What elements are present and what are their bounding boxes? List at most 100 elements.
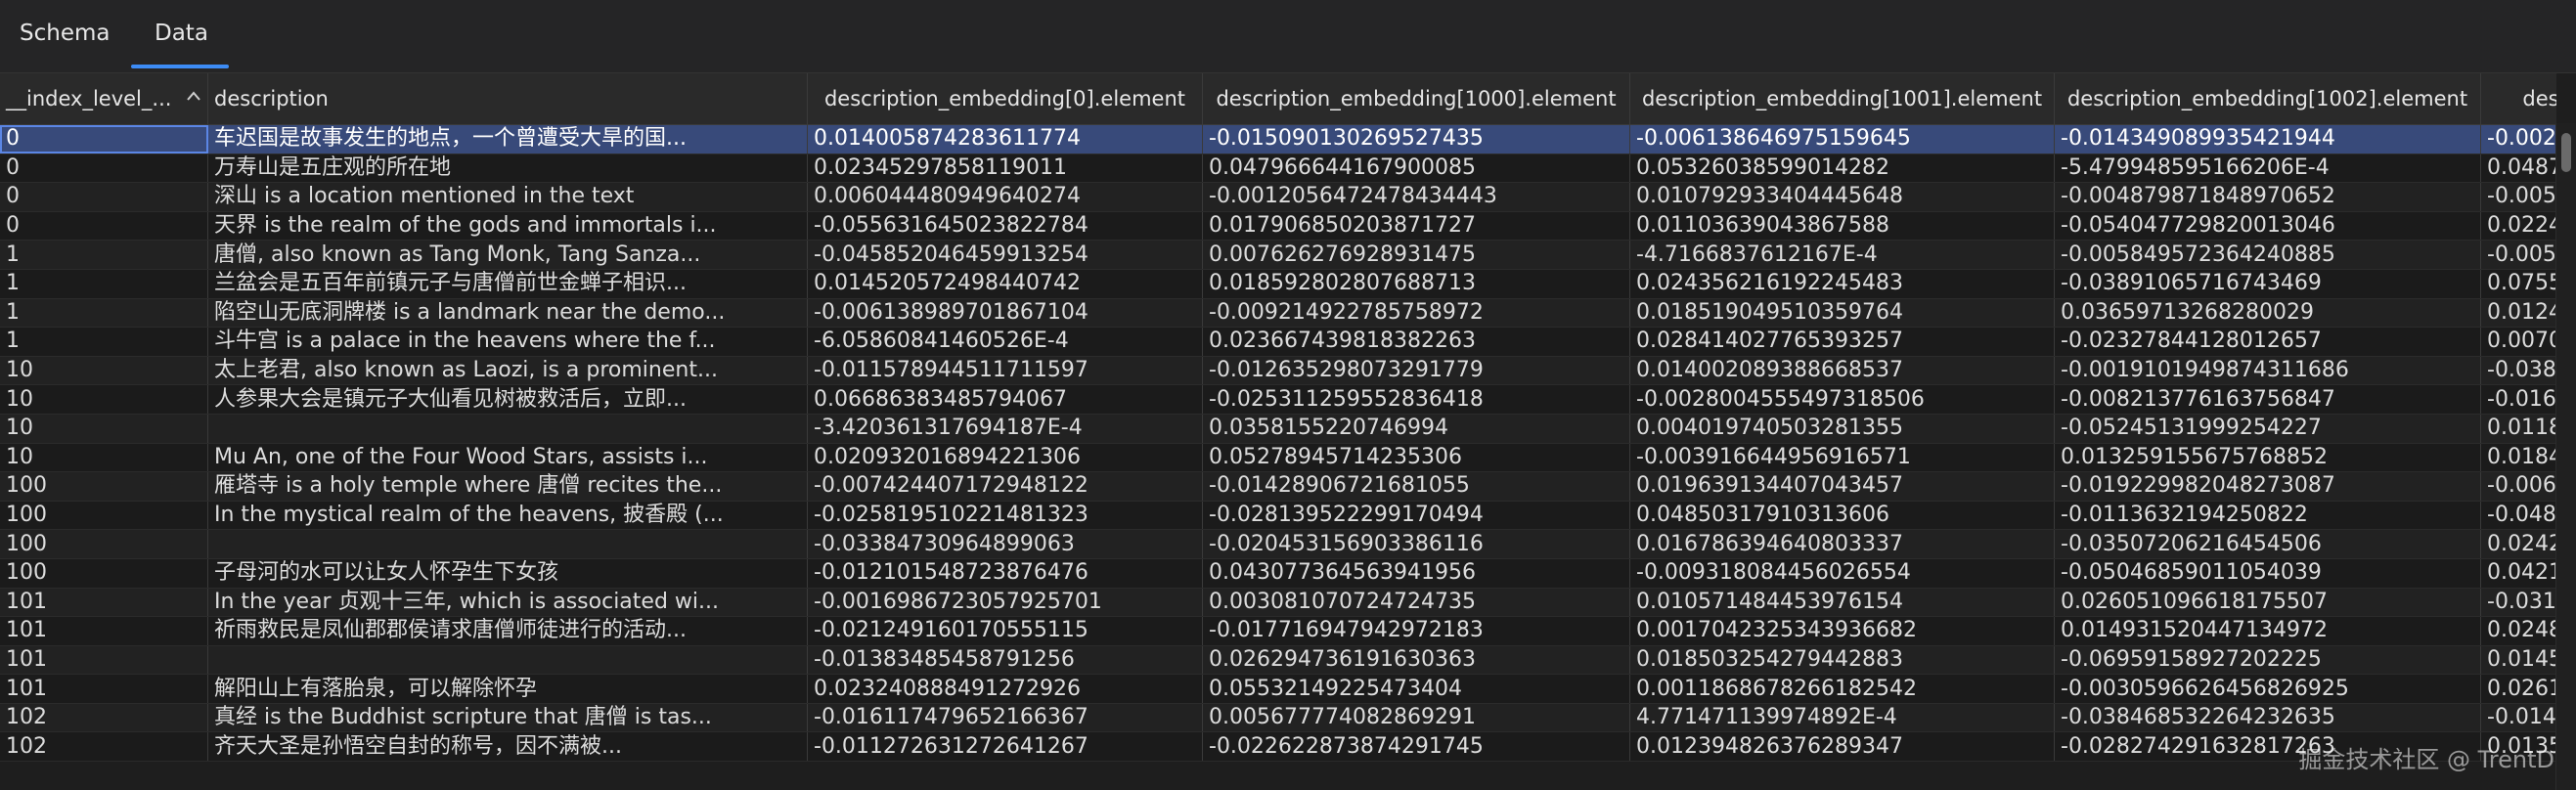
cell-embedding-1001[interactable]: 0.019639134407043457 — [1629, 471, 2055, 502]
cell-index[interactable]: 100 — [0, 529, 208, 559]
table-row[interactable]: 0 万寿山是五庄观的所在地 0.02345297858119011 0.0479666… — [0, 154, 2556, 184]
table-row[interactable]: 100 子母河的水可以让女人怀孕生下女孩 -0.012101548723876476… — [0, 558, 2556, 589]
cell-embedding-0[interactable]: 0.06686383485794067 — [807, 384, 1203, 415]
cell-embedding-0[interactable]: 0.020932016894221306 — [807, 443, 1203, 473]
cell-index[interactable]: 10 — [0, 384, 208, 415]
cell-embedding-1001[interactable]: -0.009318084456026554 — [1629, 558, 2055, 589]
cell-embedding-0[interactable]: 0.02345297858119011 — [807, 154, 1203, 184]
table-row[interactable]: 1 斗牛宫 is a palace in the heavens where th… — [0, 327, 2556, 357]
cell-index[interactable]: 10 — [0, 443, 208, 473]
column-header-index[interactable]: __index_level_... — [0, 73, 208, 125]
cell-description[interactable]: In the mystical realm of the heavens, 披香… — [207, 501, 808, 531]
cell-embedding-1000[interactable]: 0.026294736191630363 — [1202, 645, 1630, 676]
table-row[interactable]: 1 唐僧, also known as Tang Monk, Tang Sanza… — [0, 240, 2556, 270]
column-header-description-truncated[interactable]: description_ — [2480, 73, 2556, 125]
cell-description[interactable]: 天界 is the realm of the gods and immortal… — [207, 211, 808, 241]
cell-embedding-1000[interactable]: 0.05278945714235306 — [1202, 443, 1630, 473]
cell-embedding-1001[interactable]: 0.018519049510359764 — [1629, 298, 2055, 329]
sort-ascending-icon[interactable] — [186, 87, 201, 106]
cell-description[interactable]: 人参果大会是镇元子大仙看见树被救活后，立即... — [207, 384, 808, 415]
cell-embedding-1002[interactable]: -0.05046859011054039 — [2054, 558, 2481, 589]
cell-index[interactable]: 100 — [0, 558, 208, 589]
cell-description-truncated[interactable]: 0.0755438 — [2480, 269, 2556, 299]
table-row[interactable]: 0 车迟国是故事发生的地点，一个曾遭受大旱的国... 0.0140058742836… — [0, 124, 2556, 154]
cell-index[interactable]: 10 — [0, 414, 208, 444]
cell-embedding-1002[interactable]: 0.03659713268280029 — [2054, 298, 2481, 329]
cell-embedding-1001[interactable]: 0.05326038599014282 — [1629, 154, 2055, 184]
cell-embedding-1002[interactable]: -0.019229982048273087 — [2054, 471, 2481, 502]
cell-embedding-1002[interactable]: -0.0019101949874311686 — [2054, 356, 2481, 386]
cell-embedding-0[interactable]: -0.013834854587912​56 — [807, 645, 1203, 676]
column-header-embedding-0[interactable]: description_embedding[0].element — [807, 73, 1203, 125]
cell-description-truncated[interactable]: -0.006444 — [2480, 471, 2556, 502]
table-row[interactable]: 100 雁塔寺 is a holy temple where 唐僧 recites… — [0, 471, 2556, 502]
column-header-description[interactable]: description — [207, 73, 808, 125]
cell-embedding-1001[interactable]: 0.010571484453976154 — [1629, 588, 2055, 618]
table-row[interactable]: 1 陷空山无底洞牌楼 is a landmark near the demo...… — [0, 298, 2556, 329]
cell-description[interactable]: 深山 is a location mentioned in the text — [207, 182, 808, 212]
cell-description[interactable]: 陷空山无底洞牌楼 is a landmark near the demo... — [207, 298, 808, 329]
cell-description-truncated[interactable]: 0.0248944 — [2480, 616, 2556, 646]
cell-description-truncated[interactable]: -0.016040 — [2480, 384, 2556, 415]
cell-index[interactable]: 102 — [0, 703, 208, 733]
cell-description-truncated[interactable]: -0.002084 — [2480, 124, 2556, 154]
cell-embedding-0[interactable]: 0.006044480949640274 — [807, 182, 1203, 212]
cell-description[interactable]: 太上老君, also known as Laozi, is a prominen… — [207, 356, 808, 386]
cell-description[interactable]: 齐天大圣是孙悟空自封的称号，因不满被... — [207, 731, 808, 763]
cell-description[interactable]: 兰盆会是五百年前镇元子与唐僧前世金蝉子相识... — [207, 269, 808, 299]
cell-embedding-1001[interactable]: 0.048503179103136​06 — [1629, 501, 2055, 531]
cell-embedding-0[interactable]: -0.011578944511711597 — [807, 356, 1203, 386]
cell-embedding-1000[interactable]: -0.020453156903386116 — [1202, 529, 1630, 559]
table-row[interactable]: 10 -3.420361317694187E-4 0.035815522074699… — [0, 414, 2556, 444]
cell-description[interactable]: 雁塔寺 is a holy temple where 唐僧 recites th… — [207, 471, 808, 502]
cell-embedding-1000[interactable]: -0.022622873874291745 — [1202, 731, 1630, 763]
cell-embedding-1002[interactable]: -0.0030596626456826925 — [2054, 674, 2481, 704]
cell-embedding-1002[interactable]: -0.06959158927202225 — [2054, 645, 2481, 676]
cell-embedding-1000[interactable]: 0.043077364563941956 — [1202, 558, 1630, 589]
cell-embedding-1001[interactable]: 0.028414027765393257 — [1629, 327, 2055, 357]
cell-description-truncated[interactable]: -0.048332 — [2480, 501, 2556, 531]
cell-embedding-0[interactable]: 0.023240888491272926 — [807, 674, 1203, 704]
table-row[interactable]: 100 In the mystical realm of the heavens,… — [0, 501, 2556, 531]
cell-description-truncated[interactable]: 0.0242143 — [2480, 529, 2556, 559]
cell-description[interactable]: 解阳山上有落胎泉，可以解除怀孕 — [207, 674, 808, 704]
cell-description-truncated[interactable]: -0.038921 — [2480, 356, 2556, 386]
cell-index[interactable]: 1 — [0, 269, 208, 299]
table-row[interactable]: 10 太上老君, also known as Laozi, is a promin… — [0, 356, 2556, 386]
cell-embedding-1000[interactable]: 0.0358155220746994 — [1202, 414, 1630, 444]
cell-embedding-1002[interactable]: -0.014349089935421944 — [2054, 124, 2481, 154]
cell-description-truncated[interactable]: 0.0145204 — [2480, 645, 2556, 676]
cell-description[interactable]: Mu An, one of the Four Wood Stars, assis… — [207, 443, 808, 473]
cell-embedding-1000[interactable]: 0.017906850203871727 — [1202, 211, 1630, 241]
cell-index[interactable]: 101 — [0, 616, 208, 646]
table-row[interactable]: 102 齐天大圣是孙悟空自封的称号，因不满被... -0.0112726312726… — [0, 731, 2556, 763]
cell-embedding-0[interactable]: -0.055631645023822784 — [807, 211, 1203, 241]
vertical-scrollbar[interactable] — [2555, 123, 2576, 790]
cell-embedding-0[interactable]: -0.03384730964899063 — [807, 529, 1203, 559]
tab-schema[interactable]: Schema — [20, 14, 110, 53]
cell-embedding-1001[interactable]: 0.004019740503281355 — [1629, 414, 2055, 444]
table-row[interactable]: 101 In the year 贞观十三年, which is associate… — [0, 588, 2556, 618]
cell-index[interactable]: 101 — [0, 674, 208, 704]
cell-embedding-1001[interactable]: 0.016786394640803337 — [1629, 529, 2055, 559]
cell-index[interactable]: 1 — [0, 240, 208, 270]
cell-embedding-1001[interactable]: -0.006138646975159645 — [1629, 124, 2055, 154]
cell-embedding-1002[interactable]: -0.0232784412801265​7 — [2054, 327, 2481, 357]
table-row[interactable]: 100 -0.03384730964899063 -0.02045315690338… — [0, 529, 2556, 559]
cell-description-truncated[interactable]: 0.0124515 — [2480, 298, 2556, 329]
cell-embedding-1001[interactable]: 0.0110363904386758​8 — [1629, 211, 2055, 241]
cell-embedding-1002[interactable]: -0.03891065716743469 — [2054, 269, 2481, 299]
cell-description-truncated[interactable]: -0.031786 — [2480, 588, 2556, 618]
cell-embedding-1000[interactable]: 0.047966644167900085 — [1202, 154, 1630, 184]
table-row[interactable]: 101 -0.013834854587912​56 0.02629473619163… — [0, 645, 2556, 676]
table-row[interactable]: 1 兰盆会是五百年前镇元子与唐僧前世金蝉子相识... 0.0145205724984… — [0, 269, 2556, 299]
cell-embedding-1002[interactable]: -0.0113632194250822 — [2054, 501, 2481, 531]
table-row[interactable]: 101 祈雨救民是凤仙郡郡侯请求唐僧师徒进行的活动... -0.0212491601… — [0, 616, 2556, 646]
cell-description-truncated[interactable]: 0.0070471 — [2480, 327, 2556, 357]
cell-index[interactable]: 1 — [0, 298, 208, 329]
column-header-embedding-1002[interactable]: description_embedding[1002].element — [2054, 73, 2481, 125]
cell-index[interactable]: 1 — [0, 327, 208, 357]
cell-description[interactable]: 万寿山是五庄观的所在地 — [207, 154, 808, 184]
cell-description[interactable]: 斗牛宫 is a palace in the heavens where the… — [207, 327, 808, 357]
cell-index[interactable]: 101 — [0, 645, 208, 676]
